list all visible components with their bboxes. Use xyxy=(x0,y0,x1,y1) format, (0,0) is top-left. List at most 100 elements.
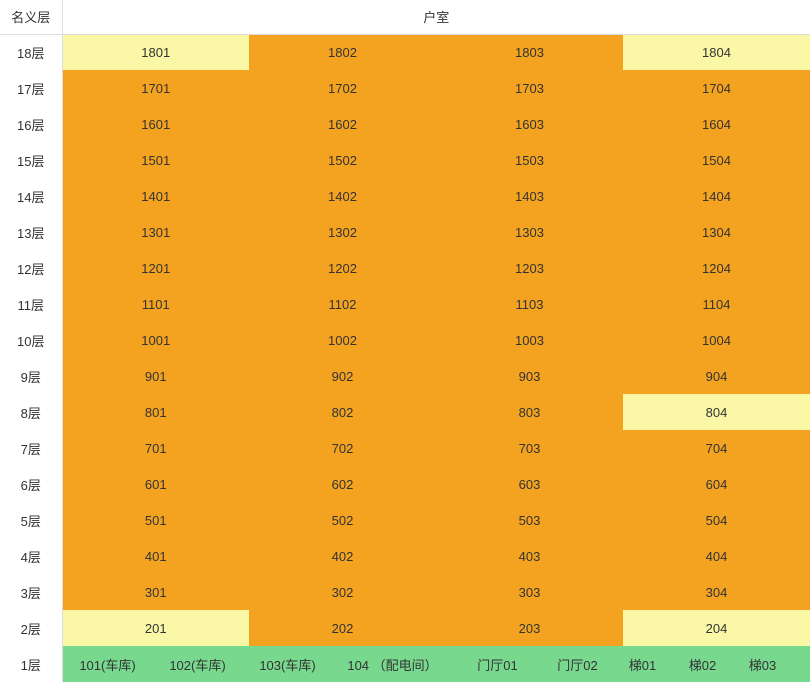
room-cell[interactable]: 1603 xyxy=(436,106,623,142)
room-cell[interactable]: 1801 xyxy=(62,34,249,70)
ground-item[interactable]: 101(车库) xyxy=(63,655,153,674)
room-cell[interactable]: 1001 xyxy=(62,322,249,358)
room-cell[interactable]: 1504 xyxy=(623,142,810,178)
room-cell[interactable]: 901 xyxy=(62,358,249,394)
room-cell[interactable]: 1103 xyxy=(436,286,623,322)
room-cell[interactable]: 201 xyxy=(62,610,249,646)
room-cell[interactable]: 1304 xyxy=(623,214,810,250)
room-cell[interactable]: 402 xyxy=(249,538,436,574)
room-cell[interactable]: 1301 xyxy=(62,214,249,250)
room-cell[interactable]: 1604 xyxy=(623,106,810,142)
table-row: 4层401402403404 xyxy=(0,538,810,574)
floor-room-table: 名义层 户室 18层180118021803180417层17011702170… xyxy=(0,0,810,682)
room-cell[interactable]: 1002 xyxy=(249,322,436,358)
room-cell[interactable]: 1302 xyxy=(249,214,436,250)
room-cell[interactable]: 603 xyxy=(436,466,623,502)
room-cell[interactable]: 1104 xyxy=(623,286,810,322)
ground-item[interactable]: 102(车库) xyxy=(153,655,243,674)
room-cell[interactable]: 1704 xyxy=(623,70,810,106)
ground-item[interactable]: 梯02 xyxy=(673,655,733,674)
room-cell[interactable]: 1804 xyxy=(623,34,810,70)
room-cell[interactable]: 903 xyxy=(436,358,623,394)
room-cell[interactable]: 1201 xyxy=(62,250,249,286)
room-cell[interactable]: 1401 xyxy=(62,178,249,214)
ground-item[interactable]: 梯01 xyxy=(613,655,673,674)
table-row: 9层901902903904 xyxy=(0,358,810,394)
ground-item[interactable]: 梯03 xyxy=(733,655,793,674)
table-row: 10层1001100210031004 xyxy=(0,322,810,358)
table-row: 17层1701170217031704 xyxy=(0,70,810,106)
room-cell[interactable]: 803 xyxy=(436,394,623,430)
header-row: 名义层 户室 xyxy=(0,0,810,34)
header-label-col: 名义层 xyxy=(0,0,62,34)
room-cell[interactable]: 1403 xyxy=(436,178,623,214)
ground-item[interactable]: 103(车库) xyxy=(243,655,333,674)
room-cell[interactable]: 1202 xyxy=(249,250,436,286)
room-cell[interactable]: 602 xyxy=(249,466,436,502)
room-cell[interactable]: 1004 xyxy=(623,322,810,358)
room-cell[interactable]: 904 xyxy=(623,358,810,394)
room-cell[interactable]: 302 xyxy=(249,574,436,610)
room-cell[interactable]: 902 xyxy=(249,358,436,394)
room-cell[interactable]: 703 xyxy=(436,430,623,466)
room-cell[interactable]: 1204 xyxy=(623,250,810,286)
room-cell[interactable]: 1303 xyxy=(436,214,623,250)
room-cell[interactable]: 1703 xyxy=(436,70,623,106)
room-cell[interactable]: 1503 xyxy=(436,142,623,178)
room-cell[interactable]: 701 xyxy=(62,430,249,466)
table-row: 16层1601160216031604 xyxy=(0,106,810,142)
ground-item[interactable]: 104 （配电间） xyxy=(333,655,453,674)
room-cell[interactable]: 1102 xyxy=(249,286,436,322)
room-cell[interactable]: 403 xyxy=(436,538,623,574)
floor-label: 18层 xyxy=(0,34,62,70)
room-cell[interactable]: 1101 xyxy=(62,286,249,322)
table-row: 12层1201120212031204 xyxy=(0,250,810,286)
table-row: 5层501502503504 xyxy=(0,502,810,538)
room-cell[interactable]: 1203 xyxy=(436,250,623,286)
room-cell[interactable]: 504 xyxy=(623,502,810,538)
room-cell[interactable]: 304 xyxy=(623,574,810,610)
floor-label: 10层 xyxy=(0,322,62,358)
floor-label: 7层 xyxy=(0,430,62,466)
room-cell[interactable]: 204 xyxy=(623,610,810,646)
floor-label: 1层 xyxy=(0,646,62,682)
room-cell[interactable]: 303 xyxy=(436,574,623,610)
room-cell[interactable]: 1501 xyxy=(62,142,249,178)
room-cell[interactable]: 1701 xyxy=(62,70,249,106)
ground-item[interactable]: 门厅02 xyxy=(543,655,613,674)
floor-label: 11层 xyxy=(0,286,62,322)
room-cell[interactable]: 503 xyxy=(436,502,623,538)
ground-item[interactable]: 门厅01 xyxy=(453,655,543,674)
room-cell[interactable]: 1702 xyxy=(249,70,436,106)
room-cell[interactable]: 1402 xyxy=(249,178,436,214)
table-row: 14层1401140214031404 xyxy=(0,178,810,214)
room-cell[interactable]: 1802 xyxy=(249,34,436,70)
table-row: 13层1301130213031304 xyxy=(0,214,810,250)
room-cell[interactable]: 404 xyxy=(623,538,810,574)
room-cell[interactable]: 704 xyxy=(623,430,810,466)
floor-label: 3层 xyxy=(0,574,62,610)
room-cell[interactable]: 801 xyxy=(62,394,249,430)
room-cell[interactable]: 604 xyxy=(623,466,810,502)
room-cell[interactable]: 401 xyxy=(62,538,249,574)
room-cell[interactable]: 202 xyxy=(249,610,436,646)
table-row: 3层301302303304 xyxy=(0,574,810,610)
room-cell[interactable]: 301 xyxy=(62,574,249,610)
floor-label: 6层 xyxy=(0,466,62,502)
room-cell[interactable]: 702 xyxy=(249,430,436,466)
room-cell[interactable]: 1003 xyxy=(436,322,623,358)
room-cell[interactable]: 502 xyxy=(249,502,436,538)
room-cell[interactable]: 601 xyxy=(62,466,249,502)
room-cell[interactable]: 501 xyxy=(62,502,249,538)
room-cell[interactable]: 804 xyxy=(623,394,810,430)
room-cell[interactable]: 1404 xyxy=(623,178,810,214)
room-cell[interactable]: 1502 xyxy=(249,142,436,178)
floor-label: 8层 xyxy=(0,394,62,430)
room-cell[interactable]: 1602 xyxy=(249,106,436,142)
room-cell[interactable]: 203 xyxy=(436,610,623,646)
room-cell[interactable]: 1601 xyxy=(62,106,249,142)
room-cell[interactable]: 802 xyxy=(249,394,436,430)
table-row: 7层701702703704 xyxy=(0,430,810,466)
room-cell[interactable]: 1803 xyxy=(436,34,623,70)
table-row: 2层201202203204 xyxy=(0,610,810,646)
